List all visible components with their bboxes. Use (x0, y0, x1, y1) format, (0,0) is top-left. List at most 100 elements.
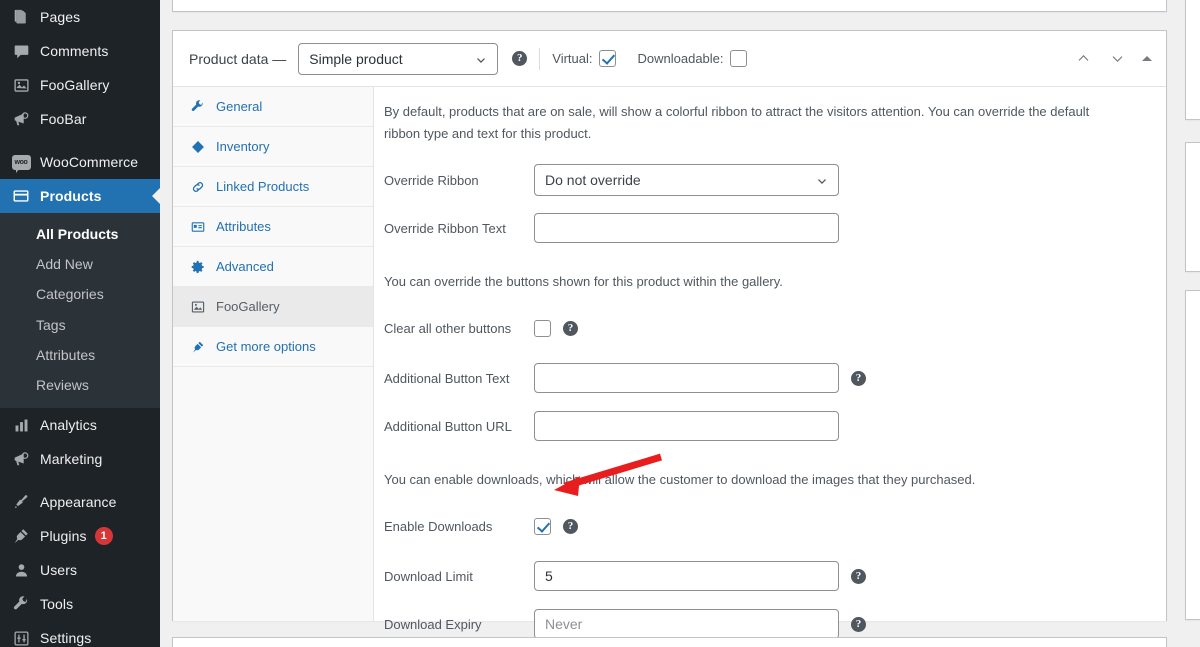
tab-foogallery[interactable]: FooGallery (173, 287, 373, 327)
tab-label: Attributes (216, 219, 271, 234)
sidebar-item-plugins[interactable]: Plugins 1 (0, 519, 160, 553)
clear-all-other-buttons-label: Clear all other buttons (384, 320, 512, 336)
additional-button-text-label: Additional Button Text (384, 370, 510, 386)
product-data-body: General Inventory Linked Products Attrib… (173, 87, 1166, 640)
chart-bars-icon (10, 415, 32, 435)
submenu-item-attributes[interactable]: Attributes (0, 340, 160, 370)
foogallery-panel: By default, products that are on sale, w… (374, 87, 1166, 640)
sidebar-item-label: Users (40, 562, 78, 579)
link-icon (189, 180, 207, 194)
sidebar-item-comments[interactable]: Comments (0, 34, 160, 68)
idcard-icon (189, 220, 207, 234)
toggle-panel-icon[interactable] (1142, 56, 1152, 61)
download-expiry-help-icon[interactable]: ? (851, 616, 866, 632)
sidebar-item-label: Products (40, 188, 102, 204)
field-additional-button-text: Additional Button Text ? (374, 357, 1166, 399)
side-metabox-stub-2 (1185, 142, 1200, 272)
download-expiry-input[interactable]: Never (534, 609, 839, 640)
product-data-header: Product data — Simple product ? Virtual:… (173, 31, 1166, 87)
sidebar-item-label: WooCommerce (40, 154, 139, 170)
field-enable-downloads: Enable Downloads ? (374, 505, 1166, 547)
sidebar-item-label: Marketing (40, 451, 103, 468)
product-type-help-icon[interactable]: ? (512, 51, 528, 66)
move-up-icon[interactable] (1074, 50, 1092, 68)
paintbrush-icon (10, 492, 32, 512)
submenu-item-tags[interactable]: Tags (0, 310, 160, 340)
submenu-item-add-new[interactable]: Add New (0, 249, 160, 279)
override-ribbon-select[interactable]: Do not override (534, 164, 839, 197)
product-type-select[interactable]: Simple product (298, 42, 499, 75)
content-area: Product data — Simple product ? Virtual:… (160, 0, 1200, 647)
tab-label: Inventory (216, 139, 270, 154)
submenu-item-categories[interactable]: Categories (0, 279, 160, 309)
tab-general[interactable]: General (173, 87, 373, 127)
sidebar-item-tools[interactable]: Tools (0, 587, 160, 621)
enable-downloads-help-icon[interactable]: ? (563, 518, 578, 534)
tab-label: FooGallery (216, 299, 280, 314)
sidebar-item-products[interactable]: Products (0, 179, 160, 213)
sidebar-item-foogallery[interactable]: FooGallery (0, 68, 160, 102)
sidebar-item-appearance[interactable]: Appearance (0, 485, 160, 519)
additional-button-text-input[interactable] (534, 363, 839, 394)
sidebar-item-label: FooGallery (40, 77, 110, 93)
sidebar-item-foobar[interactable]: FooBar (0, 102, 160, 136)
tab-attributes[interactable]: Attributes (173, 207, 373, 247)
field-override-ribbon-text: Override Ribbon Text (374, 207, 1166, 249)
image-icon (189, 300, 207, 314)
sidebar-item-pages[interactable]: Pages (0, 0, 160, 34)
submenu-item-all-products[interactable]: All Products (0, 219, 160, 249)
sidebar-item-label: Comments (40, 43, 109, 59)
virtual-label: Virtual: (552, 51, 593, 66)
wrench-icon (189, 99, 207, 114)
additional-button-url-input[interactable] (534, 411, 839, 442)
enable-downloads-checkbox[interactable] (534, 517, 551, 535)
user-icon (10, 560, 32, 580)
download-limit-input[interactable]: 5 (534, 561, 839, 592)
tab-advanced[interactable]: Advanced (173, 247, 373, 287)
virtual-checkbox[interactable] (598, 50, 616, 67)
products-icon (10, 186, 32, 206)
plug-icon (189, 340, 207, 354)
download-limit-help-icon[interactable]: ? (851, 568, 866, 584)
screen: Pages Comments FooGallery FooBar woo Woo… (0, 0, 1200, 647)
product-type-value: Simple product (309, 50, 403, 67)
additional-button-url-label: Additional Button URL (384, 418, 512, 434)
ribbon-description: By default, products that are on sale, w… (384, 104, 1090, 142)
override-ribbon-text-input[interactable] (534, 213, 839, 244)
divider (539, 47, 541, 70)
sidebar-item-woocommerce[interactable]: woo WooCommerce (0, 145, 160, 179)
page-title: Product data — (189, 50, 287, 67)
sidebar-item-settings[interactable]: Settings (0, 621, 160, 647)
tab-linked-products[interactable]: Linked Products (173, 167, 373, 207)
downloads-description: You can enable downloads, which will all… (384, 472, 976, 488)
sliders-icon (10, 628, 32, 647)
product-data-tabs: General Inventory Linked Products Attrib… (173, 87, 374, 621)
megaphone-icon (10, 109, 32, 129)
tab-label: Linked Products (216, 179, 310, 194)
tab-inventory[interactable]: Inventory (173, 127, 373, 167)
tab-label: Advanced (216, 259, 274, 274)
metabox-handles (1074, 50, 1152, 68)
tag-icon (189, 140, 207, 154)
comments-icon (10, 41, 32, 61)
additional-button-text-help-icon[interactable]: ? (851, 370, 866, 386)
submenu-item-reviews[interactable]: Reviews (0, 370, 160, 400)
sidebar-item-marketing[interactable]: Marketing (0, 442, 160, 476)
gallery-icon (10, 75, 32, 95)
sidebar-item-users[interactable]: Users (0, 553, 160, 587)
downloadable-checkbox[interactable] (729, 50, 747, 67)
wrench-icon (10, 594, 32, 614)
sidebar-separator (0, 136, 160, 145)
sidebar-item-analytics[interactable]: Analytics (0, 408, 160, 442)
tab-get-more-options[interactable]: Get more options (173, 327, 373, 367)
products-submenu: All Products Add New Categories Tags Att… (0, 213, 160, 409)
clear-all-other-buttons-checkbox[interactable] (534, 319, 551, 337)
side-metabox-stub-3 (1185, 290, 1200, 620)
admin-sidebar: Pages Comments FooGallery FooBar woo Woo… (0, 0, 160, 647)
download-expiry-label: Download Expiry (384, 616, 482, 632)
move-down-icon[interactable] (1108, 50, 1126, 68)
clear-all-other-buttons-help-icon[interactable]: ? (563, 320, 578, 336)
sidebar-separator (0, 476, 160, 485)
sidebar-item-label: FooBar (40, 111, 87, 127)
chevron-down-icon (474, 53, 488, 70)
